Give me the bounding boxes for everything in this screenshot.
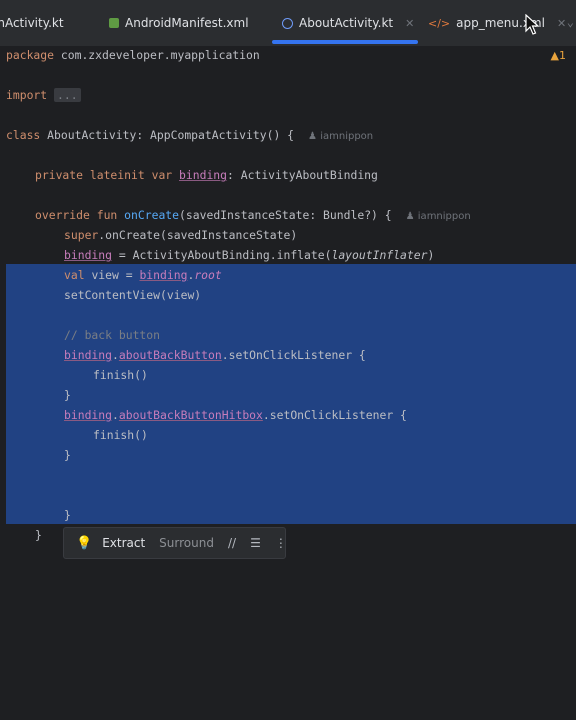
chevron-down-icon[interactable]: ⌄ [567,15,574,29]
code-editor[interactable]: ▲1 package com.zxdeveloper.myapplication… [0,46,576,720]
more-vertical-icon[interactable]: ⋮ [275,536,287,550]
xml-file-icon: </> [428,16,451,30]
format-lines-icon[interactable]: ☰ [250,536,261,550]
code-line-9: setContentView(view) [64,288,202,302]
tab-main-activity[interactable]: inActivity.kt [0,0,64,46]
active-tab-indicator [272,40,418,44]
close-icon[interactable]: ✕ [405,17,414,30]
code-line-10: // back button [64,328,161,342]
code-line-1: package com.zxdeveloper.myapplication [6,48,260,62]
code-line-16: } [64,448,71,462]
code-line-6: super.onCreate(savedInstanceState) [64,228,298,242]
code-line-11: binding.aboutBackButton.setOnClickListen… [64,348,366,362]
editor-tab-bar: inActivity.kt AndroidManifest.xml AboutA… [0,0,576,47]
comment-icon[interactable]: // [228,536,236,550]
close-icon[interactable]: ✕ [557,17,566,30]
code-line-3: class AboutActivity: AppCompatActivity()… [6,128,374,142]
tab-label: inActivity.kt [0,16,64,30]
tab-android-manifest[interactable]: AndroidManifest.xml [109,0,249,46]
tab-label: AboutActivity.kt [299,16,394,30]
lightbulb-icon[interactable]: 💡 [76,536,92,551]
code-line-13: } [64,388,71,402]
manifest-file-icon [109,18,119,28]
kotlin-class-icon [282,17,293,29]
author-hint[interactable]: ♟ iamnippon [308,131,373,142]
folded-imports[interactable]: ... [54,88,81,102]
mouse-cursor-icon [525,14,539,35]
code-line-4: private lateinit var binding: ActivityAb… [35,168,378,182]
author-hint[interactable]: ♟ iamnippon [406,211,471,222]
tab-label: AndroidManifest.xml [125,16,249,30]
code-line-7: binding = ActivityAboutBinding.inflate(l… [64,248,435,262]
code-line-15: finish() [93,428,148,442]
extract-button[interactable]: Extract [102,536,145,550]
floating-intention-toolbar: 💡 Extract Surround // ☰ ⋮ [63,527,287,559]
code-line-12: finish() [93,368,148,382]
code-line-8: val view = binding.root [64,268,222,282]
tab-app-menu[interactable]: </> app_menu.xml ✕ [428,0,566,46]
surround-button[interactable]: Surround [159,536,214,550]
code-line-5: override fun onCreate(savedInstanceState… [35,208,471,222]
code-line-17: } [64,508,71,522]
code-line-2: import ... [0,85,576,105]
code-line-14: binding.aboutBackButtonHitbox.setOnClick… [64,408,407,422]
